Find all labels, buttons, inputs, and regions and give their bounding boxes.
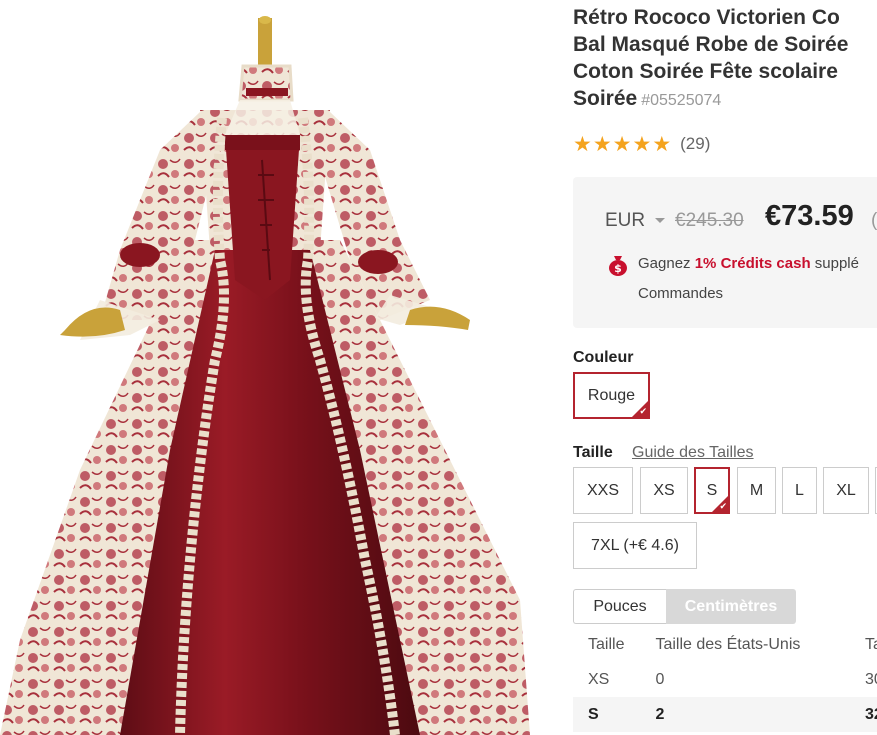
size-option-label: XS — [653, 481, 675, 499]
product-title: Rétro Rococo Victorien Co Bal Masqué Rob… — [573, 4, 877, 114]
star-icon: ★ — [573, 132, 592, 156]
product-sku: #05525074 — [641, 92, 722, 109]
original-price: €245.30 — [675, 210, 744, 231]
discount-badge-partial: ( — [871, 210, 877, 231]
money-bag-icon: $ — [609, 256, 627, 276]
size-option-m[interactable]: M — [737, 467, 776, 514]
size-option-xl[interactable]: XL — [823, 467, 869, 514]
table-row-selected: S 2 32 — [573, 697, 877, 732]
title-last-word: Soirée — [573, 87, 638, 110]
rating-stars: ★ ★ ★ ★ ★ — [573, 132, 672, 156]
table-cell: 2 — [655, 705, 665, 723]
table-header: Taille des États-Unis — [655, 635, 801, 653]
table-cell: 30 — [865, 670, 877, 688]
table-cell: 0 — [655, 670, 665, 688]
size-option-label: XL — [836, 481, 856, 499]
credits-highlight: 1% Crédits cash — [694, 255, 811, 272]
table-cell: S — [588, 705, 599, 723]
table-header: Taille — [588, 635, 625, 653]
size-option-xxs[interactable]: XXS — [573, 467, 633, 514]
check-icon: ✔ — [639, 407, 647, 417]
table-header-row: Taille Taille des États-Unis Ta — [573, 627, 877, 662]
size-chart-table: Taille Taille des États-Unis Ta XS 0 30 … — [573, 627, 877, 732]
caret-down-icon[interactable] — [655, 218, 665, 223]
star-icon: ★ — [632, 132, 652, 156]
check-icon: ✔ — [719, 502, 727, 512]
title-line: Soirée #05525074 — [573, 85, 877, 114]
tab-inches[interactable]: Pouces — [573, 589, 666, 624]
size-option-xs[interactable]: XS — [640, 467, 688, 514]
size-option-label: XXS — [586, 481, 619, 499]
credits-prefix: Gagnez — [638, 255, 695, 272]
product-image[interactable] — [0, 0, 560, 735]
rating[interactable]: ★ ★ ★ ★ ★ (29) — [573, 132, 710, 156]
current-price: €73.59 — [765, 200, 854, 232]
cash-credits-text-line2: Commandes — [638, 285, 724, 302]
currency-selector[interactable]: EUR — [605, 210, 645, 232]
title-line: Bal Masqué Robe de Soirée — [573, 33, 849, 56]
color-option-rouge[interactable]: Rouge ✔ — [573, 372, 650, 419]
title-line: Coton Soirée Fête scolaire — [573, 60, 838, 83]
size-option-7xl[interactable]: 7XL (+€ 4.6) — [573, 522, 697, 569]
review-count-link[interactable]: (29) — [680, 134, 710, 154]
table-header: Ta — [865, 635, 877, 653]
unit-toggle: Pouces Centimètres — [573, 589, 796, 624]
color-option-label: Rouge — [587, 386, 636, 404]
size-guide-link[interactable]: Guide des Tailles — [632, 444, 754, 462]
star-icon: ★ — [612, 132, 632, 156]
star-icon: ★ — [592, 132, 612, 156]
size-option-s[interactable]: S ✔ — [694, 467, 730, 514]
title-line: Rétro Rococo Victorien Co — [573, 6, 840, 29]
tab-centimeters[interactable]: Centimètres — [666, 589, 796, 624]
svg-text:$: $ — [614, 262, 622, 275]
size-option-l[interactable]: L — [782, 467, 817, 514]
size-option-label: L — [795, 481, 804, 499]
credits-suffix: supplé — [810, 255, 859, 272]
cash-credits-text: Gagnez 1% Crédits cash supplé — [638, 255, 859, 272]
price-box: EUR €245.30 €73.59 ( $ Gagnez 1% Crédits… — [573, 177, 877, 328]
color-label: Couleur — [573, 349, 634, 366]
table-row: XS 0 30 — [573, 662, 877, 697]
size-label: Taille — [573, 444, 613, 461]
table-cell: 32 — [865, 705, 877, 723]
table-cell: XS — [588, 670, 610, 688]
product-info-panel: Rétro Rococo Victorien Co Bal Masqué Rob… — [573, 0, 877, 735]
star-icon: ★ — [652, 132, 672, 156]
size-option-label: 7XL (+€ 4.6) — [591, 536, 679, 554]
size-option-label: M — [749, 481, 764, 499]
